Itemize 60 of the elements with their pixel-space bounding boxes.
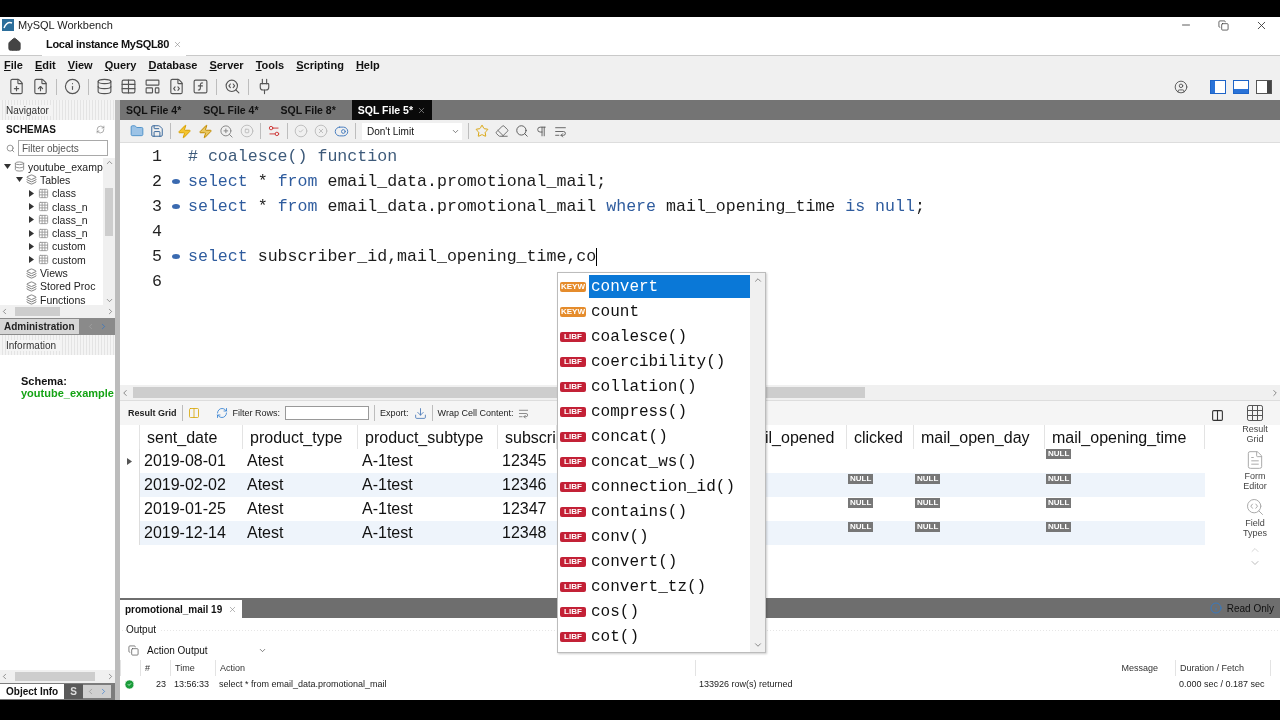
table-cell: A-1test: [358, 473, 498, 497]
table-cell-text: 23: [155, 678, 167, 691]
type-badge: LIBF: [560, 581, 586, 592]
type-badge: KEYW: [560, 306, 586, 317]
code-line: select * from email_data.promotional_mail;: [188, 172, 607, 191]
filter-label: Filter Rows:: [232, 408, 281, 418]
type-badge: LIBF: [560, 356, 586, 367]
table-cell: Atest: [243, 473, 358, 497]
type-badge: LIBF: [560, 456, 586, 467]
read-only-label: Read Only: [1226, 602, 1274, 614]
panel-title: Navigator: [6, 104, 53, 116]
panel-title: Information: [6, 339, 61, 351]
line-number: 4: [151, 222, 162, 241]
table-cell: 12348: [498, 521, 557, 545]
null-tag: NULL: [915, 522, 941, 532]
result-grid-label: Result Grid: [128, 408, 177, 418]
schema-label: Schema:: [21, 375, 68, 387]
null-tag: NULL: [915, 498, 941, 508]
null-tag: NULL: [1046, 498, 1072, 508]
table-cell: Atest: [243, 521, 358, 545]
code-line: select * from email_data.promotional_mail where mail_opening_time is null;: [188, 197, 925, 216]
table-cell-text: 13:56:33: [173, 678, 211, 691]
table-cell-text: select * from email_data.promotional_mail: [218, 678, 388, 691]
wrap-label: Wrap Cell Content:: [437, 408, 514, 418]
type-badge: LIBF: [560, 331, 586, 342]
null-tag: NULL: [848, 522, 874, 532]
export-label: Export:: [380, 408, 409, 418]
table-cell: 12346: [498, 473, 557, 497]
line-number: 2: [151, 172, 162, 191]
schema-name: youtube_example: [21, 387, 115, 399]
table-cell: A-1test: [358, 521, 498, 545]
section-title: SCHEMAS: [6, 123, 56, 135]
type-badge: LIBF: [560, 531, 586, 542]
type-badge: LIBF: [560, 631, 586, 642]
null-tag: NULL: [1046, 449, 1072, 459]
type-badge: LIBF: [560, 381, 586, 392]
null-tag: NULL: [848, 498, 874, 508]
line-number: 1: [151, 147, 162, 166]
code-line: # coalesce() function: [188, 147, 398, 166]
type-badge: LIBF: [560, 481, 586, 492]
null-tag: NULL: [848, 474, 874, 484]
table-cell: 2019-12-14: [140, 521, 243, 545]
type-badge: KEYW: [560, 281, 586, 292]
table-cell: 2019-02-02: [140, 473, 243, 497]
null-tag: NULL: [1046, 522, 1072, 532]
panel-title: Output: [126, 623, 161, 635]
table-cell-text: 133926 row(s) returned: [698, 678, 794, 691]
table-cell-text: 0.000 sec / 0.187 sec: [1178, 678, 1266, 691]
line-number: 3: [151, 197, 162, 216]
line-number: 6: [151, 272, 162, 291]
code-line: select subscriber_id,mail_opening_time,co: [188, 247, 598, 266]
null-tag: NULL: [1046, 474, 1072, 484]
type-badge: LIBF: [560, 431, 586, 442]
type-badge: LIBF: [560, 606, 586, 617]
line-number: 5: [151, 247, 162, 266]
type-badge: LIBF: [560, 506, 586, 517]
type-badge: LIBF: [560, 406, 586, 417]
window-title: MySQL Workbench: [18, 19, 114, 31]
null-tag: NULL: [915, 474, 941, 484]
type-badge: LIBF: [560, 556, 586, 567]
